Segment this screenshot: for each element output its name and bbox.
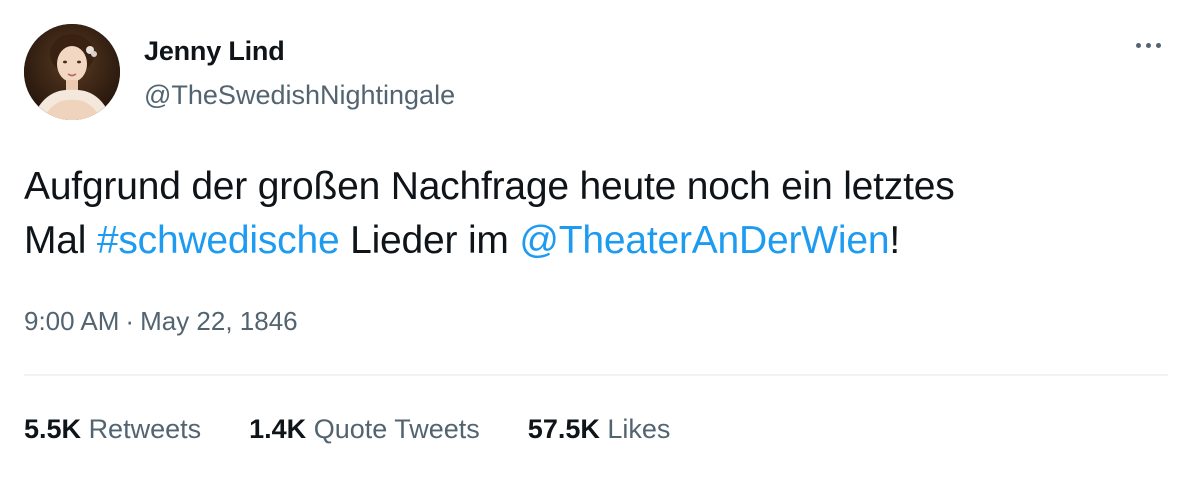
tweet-text-middle: Lieder im <box>339 219 520 262</box>
more-horizontal-icon <box>1145 42 1151 48</box>
meta-separator: · <box>125 306 135 336</box>
tweet-stats: 5.5K Retweets 1.4K Quote Tweets 57.5K Li… <box>24 414 670 445</box>
mention-link[interactable]: @TheaterAnDerWien <box>519 219 889 262</box>
likes-label: Likes <box>607 414 671 444</box>
retweets-label: Retweets <box>88 414 202 444</box>
author-handle[interactable]: @TheSwedishNightingale <box>144 80 455 111</box>
likes-count: 57.5K <box>527 414 600 444</box>
tweet-text-line1: Aufgrund der großen Nachfrage heute noch… <box>24 165 955 208</box>
quote-tweets-stat[interactable]: 1.4K Quote Tweets <box>249 414 480 445</box>
divider <box>24 374 1168 376</box>
avatar-portrait-image <box>24 24 120 120</box>
retweets-stat[interactable]: 5.5K Retweets <box>24 414 201 445</box>
likes-stat[interactable]: 57.5K Likes <box>528 414 671 445</box>
retweets-count: 5.5K <box>24 414 82 444</box>
tweet-text-prefix: Mal <box>24 219 97 262</box>
tweet-date[interactable]: May 22, 1846 <box>140 306 298 336</box>
more-horizontal-icon <box>1135 42 1141 48</box>
tweet-text: Aufgrund der großen Nachfrage heute noch… <box>24 160 1164 268</box>
more-horizontal-icon <box>1155 42 1161 48</box>
tweet-text-suffix: ! <box>889 219 900 262</box>
tweet-time[interactable]: 9:00 AM <box>24 306 119 336</box>
author-name[interactable]: Jenny Lind <box>144 36 285 67</box>
tweet-meta: 9:00 AM · May 22, 1846 <box>24 306 298 337</box>
more-options-button[interactable] <box>1126 30 1170 60</box>
quote-tweets-count: 1.4K <box>249 414 307 444</box>
hashtag-link[interactable]: #schwedische <box>97 219 340 262</box>
avatar[interactable] <box>24 24 120 120</box>
quote-tweets-label: Quote Tweets <box>313 414 480 444</box>
